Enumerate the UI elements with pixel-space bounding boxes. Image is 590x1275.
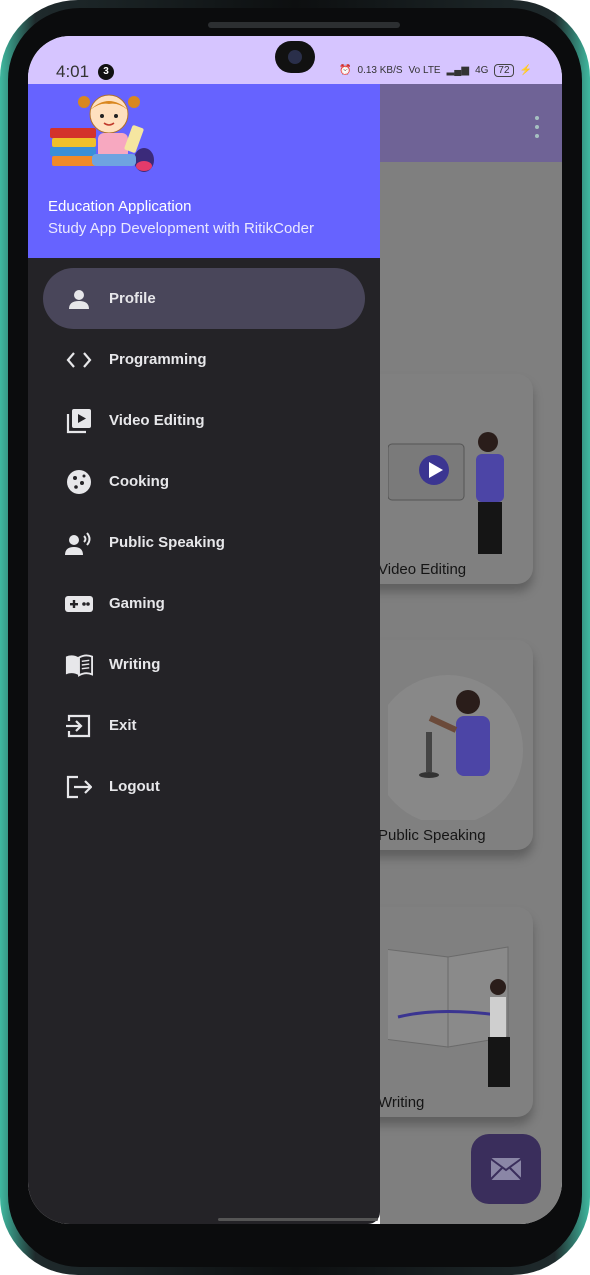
menu-item-label: Writing — [109, 656, 161, 673]
public-speaking-illustration — [388, 675, 523, 820]
charging-icon: ⚡ — [519, 65, 532, 76]
gamepad-icon — [65, 590, 93, 618]
book-icon — [65, 651, 93, 679]
card-label: Writing — [378, 1094, 425, 1111]
mail-fab-button[interactable] — [471, 1134, 541, 1204]
volte-indicator: Vo LTE — [408, 65, 441, 76]
card-label: Public Speaking — [378, 827, 486, 844]
drawer-header: Education Application Study App Developm… — [28, 84, 380, 258]
menu-item-label: Logout — [109, 778, 160, 795]
earpiece-speaker — [208, 22, 400, 28]
menu-item-profile[interactable]: Profile — [43, 268, 365, 329]
menu-item-label: Cooking — [109, 473, 169, 490]
more-options-icon[interactable] — [535, 116, 540, 138]
menu-item-public-speaking[interactable]: Public Speaking — [43, 512, 365, 573]
network-type: 4G — [475, 65, 489, 76]
exit-icon — [65, 712, 93, 740]
code-icon — [65, 346, 93, 374]
menu-item-programming[interactable]: Programming — [43, 329, 365, 390]
card-label: Video Editing — [378, 561, 467, 578]
drawer-header-title: Education Application — [48, 198, 192, 215]
video-editing-illustration — [388, 432, 504, 554]
video-library-icon — [65, 407, 93, 435]
screen: 4:01 3 ⏰ 0.13 KB/S Vo LTE ▂▄▆ 4G 72 ⚡ Vi… — [28, 36, 562, 1224]
front-camera — [275, 41, 315, 73]
menu-item-label: Public Speaking — [109, 534, 225, 551]
alarm-icon: ⏰ — [339, 65, 352, 76]
net-speed: 0.13 KB/S — [357, 65, 403, 76]
status-bar: 4:01 3 ⏰ 0.13 KB/S Vo LTE ▂▄▆ 4G 72 ⚡ — [28, 36, 562, 84]
category-card-writing[interactable]: Writing — [358, 907, 533, 1117]
menu-item-logout[interactable]: Logout — [43, 756, 365, 817]
battery-icon: 72 — [494, 64, 514, 77]
drawer-menu: Profile Programming Video Editing Cookin… — [43, 268, 365, 817]
menu-item-label: Programming — [109, 351, 207, 368]
status-time: 4:01 — [56, 62, 90, 81]
drawer-header-subtitle: Study App Development with RitikCoder — [48, 220, 314, 237]
category-card-public-speaking[interactable]: Public Speaking — [358, 640, 533, 850]
notification-count-badge: 3 — [98, 64, 114, 80]
category-card-video-editing[interactable]: Video Editing — [358, 374, 533, 584]
menu-item-label: Video Editing — [109, 412, 205, 429]
status-icons: ⏰ 0.13 KB/S Vo LTE ▂▄▆ 4G 72 ⚡ — [339, 64, 532, 77]
app-bar — [380, 84, 562, 162]
cookie-icon — [65, 468, 93, 496]
menu-item-cooking[interactable]: Cooking — [43, 451, 365, 512]
menu-item-gaming[interactable]: Gaming — [43, 573, 365, 634]
menu-item-exit[interactable]: Exit — [43, 695, 365, 756]
menu-item-writing[interactable]: Writing — [43, 634, 365, 695]
menu-item-label: Gaming — [109, 595, 165, 612]
writing-illustration — [388, 946, 510, 1087]
signal-icon: ▂▄▆ — [446, 65, 470, 76]
logout-icon — [65, 773, 93, 801]
girl-reading-logo — [50, 94, 154, 172]
record-voice-icon — [65, 529, 93, 557]
navigation-drawer: Education Application Study App Developm… — [28, 84, 380, 1224]
person-icon — [65, 285, 93, 313]
menu-item-label: Profile — [109, 290, 156, 307]
menu-item-video-editing[interactable]: Video Editing — [43, 390, 365, 451]
mail-icon — [490, 1158, 522, 1180]
home-indicator[interactable] — [218, 1218, 378, 1221]
menu-item-label: Exit — [109, 717, 137, 734]
